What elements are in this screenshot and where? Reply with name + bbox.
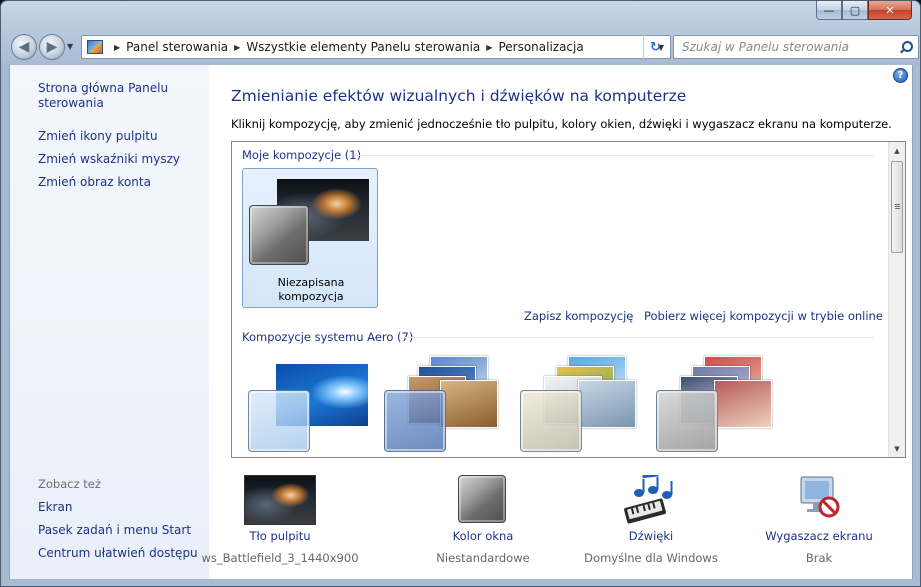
sounds-notes-icon xyxy=(615,473,687,525)
task-pane: Strona główna Panelu sterowania Zmień ik… xyxy=(9,65,209,579)
theme-characters[interactable] xyxy=(514,352,650,457)
content-pane: ? Zmienianie efektów wizualnych i dźwięk… xyxy=(201,65,913,579)
theme-color-swatch xyxy=(249,205,309,265)
maximize-button[interactable]: ▢ xyxy=(842,1,868,20)
my-themes-group-label: Moje kompozycje (1) xyxy=(242,148,362,162)
theme-landscapes[interactable] xyxy=(650,352,786,457)
themes-scrollbar[interactable]: ▲ ▼ xyxy=(888,142,905,457)
breadcrumb-separator-icon[interactable]: ▶ xyxy=(486,43,492,52)
scroll-down-icon[interactable]: ▼ xyxy=(889,440,905,457)
control-panel-home-link[interactable]: Strona główna Panelu sterowania xyxy=(38,81,198,111)
theme-name-line2: kompozycja xyxy=(278,290,344,303)
forward-arrow-icon[interactable]: ▶ xyxy=(39,34,65,60)
theme-architecture[interactable] xyxy=(378,352,514,457)
caption-buttons: — ▢ ✕ xyxy=(816,1,912,21)
close-button[interactable]: ✕ xyxy=(868,1,912,20)
theme-name-line1: Niezapisana xyxy=(277,276,345,289)
sounds-setting[interactable]: Dźwięki Domyślne dla Windows xyxy=(571,473,731,565)
theme-windows7[interactable] xyxy=(242,352,378,457)
ease-of-access-link[interactable]: Centrum ułatwień dostępu xyxy=(38,546,198,561)
sounds-value: Domyślne dla Windows xyxy=(584,551,718,565)
save-theme-link[interactable]: Zapisz kompozycję xyxy=(524,309,633,324)
desktop-background-value: ws_Battlefield_3_1440x900 xyxy=(201,551,359,565)
page-title: Zmienianie efektów wizualnych i dźwięków… xyxy=(231,87,687,105)
theme-unsaved[interactable]: Niezapisana kompozycja xyxy=(242,168,378,308)
screensaver-value: Brak xyxy=(805,551,833,565)
display-link[interactable]: Ekran xyxy=(38,500,198,515)
screensaver-link[interactable]: Wygaszacz ekranu xyxy=(739,529,899,544)
desktop-background-link[interactable]: Tło pulpitu xyxy=(200,529,360,544)
change-account-picture-link[interactable]: Zmień obraz konta xyxy=(38,175,198,190)
background-window-blur xyxy=(261,1,381,27)
control-panel-window: — ▢ ✕ ◀ ▶ ▼ ▶ Panel sterowania ▶ Wszystk… xyxy=(0,0,921,587)
breadcrumb-item[interactable]: Panel sterowania xyxy=(126,40,228,54)
change-mouse-pointers-link[interactable]: Zmień wskaźniki myszy xyxy=(38,152,198,167)
minimize-button[interactable]: — xyxy=(816,1,842,20)
themes-list[interactable]: Moje kompozycje (1) Niezapisana kompozyc… xyxy=(231,141,906,458)
breadcrumb-item[interactable]: Personalizacja xyxy=(498,40,583,54)
window-color-value: Niestandardowe xyxy=(436,551,530,565)
navigation-bar: ◀ ▶ ▼ ▶ Panel sterowania ▶ Wszystkie ele… xyxy=(9,33,919,61)
get-more-themes-link[interactable]: Pobierz więcej kompozycji w trybie onlin… xyxy=(644,309,883,324)
desktop-background-setting[interactable]: Tło pulpitu ws_Battlefield_3_1440x900 xyxy=(200,475,360,565)
window-color-swatch xyxy=(447,475,519,525)
aero-themes-group-label: Kompozycje systemu Aero (7) xyxy=(242,330,414,344)
search-input[interactable] xyxy=(674,39,884,55)
taskbar-start-menu-link[interactable]: Pasek zadań i menu Start xyxy=(38,523,198,538)
search-icon[interactable] xyxy=(900,41,913,53)
address-bar[interactable]: ▶ Panel sterowania ▶ Wszystkie elementy … xyxy=(81,35,671,59)
screensaver-none-icon xyxy=(783,475,855,525)
scroll-up-icon[interactable]: ▲ xyxy=(889,142,905,159)
search-box[interactable] xyxy=(673,35,919,59)
theme-color-swatch xyxy=(384,390,446,452)
breadcrumb-item[interactable]: Wszystkie elementy Panelu sterowania xyxy=(246,40,480,54)
breadcrumb-separator-icon[interactable]: ▶ xyxy=(114,43,120,52)
screensaver-setting[interactable]: Wygaszacz ekranu Brak xyxy=(739,475,899,565)
group-divider xyxy=(354,155,874,156)
window-color-setting[interactable]: Kolor okna Niestandardowe xyxy=(403,475,563,565)
recent-pages-chevron-icon[interactable]: ▼ xyxy=(67,42,73,51)
page-description: Kliknij kompozycję, aby zmienić jednocze… xyxy=(231,117,892,131)
breadcrumb-separator-icon[interactable]: ▶ xyxy=(234,43,240,52)
refresh-icon[interactable]: ↻ xyxy=(643,35,667,59)
theme-color-swatch xyxy=(520,390,582,452)
help-icon[interactable]: ? xyxy=(893,68,908,83)
scroll-thumb[interactable] xyxy=(891,161,903,253)
group-divider xyxy=(404,337,874,338)
back-arrow-icon[interactable]: ◀ xyxy=(11,34,37,60)
sounds-link[interactable]: Dźwięki xyxy=(571,529,731,544)
control-panel-icon xyxy=(87,40,103,54)
desktop-background-thumbnail xyxy=(244,475,316,525)
change-desktop-icons-link[interactable]: Zmień ikony pulpitu xyxy=(38,129,198,144)
theme-color-swatch xyxy=(656,390,718,452)
window-color-link[interactable]: Kolor okna xyxy=(403,529,563,544)
see-also-heading: Zobacz też xyxy=(38,477,101,491)
theme-color-swatch xyxy=(248,390,310,452)
